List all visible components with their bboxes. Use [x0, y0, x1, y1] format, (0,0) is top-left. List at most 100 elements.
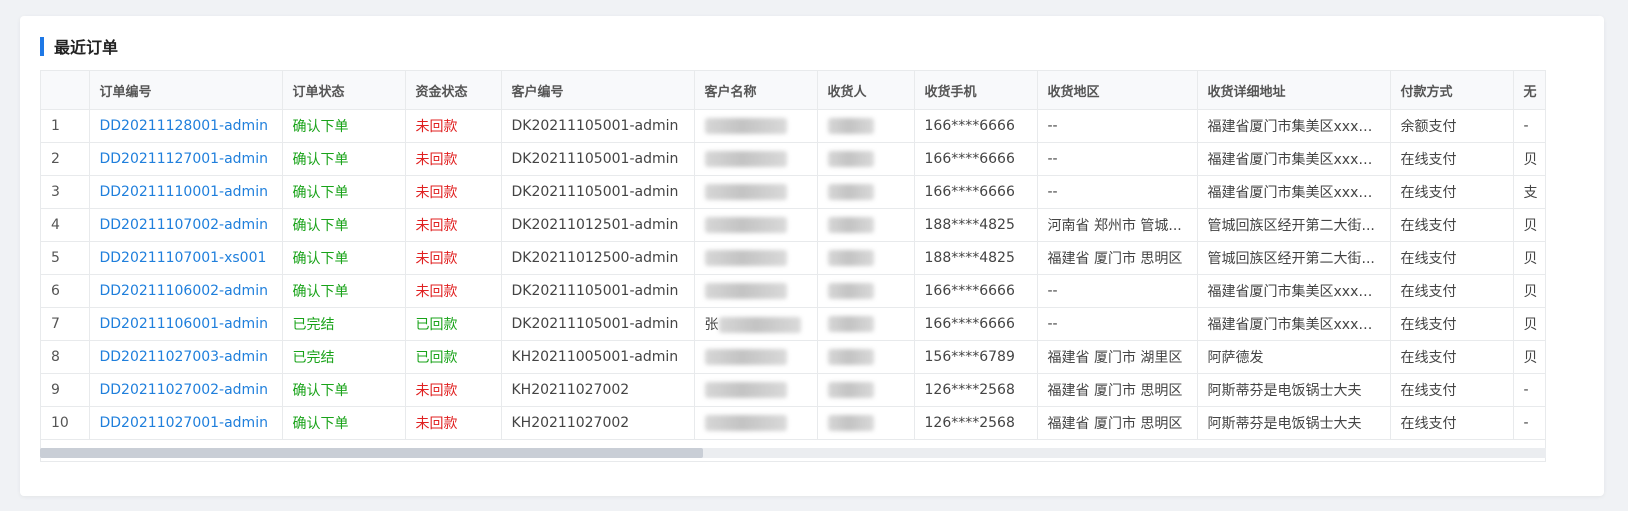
card-title: 最近订单: [54, 38, 119, 57]
redacted-blur: [704, 283, 787, 299]
receiver-name: [817, 142, 915, 176]
horizontal-scrollbar[interactable]: [40, 448, 1546, 458]
table-row[interactable]: 8 DD20211027003-admin 已完结 已回款 KH20211005…: [41, 340, 1545, 374]
table-row[interactable]: 3 DD20211110001-admin 确认下单 未回款 DK2021110…: [41, 175, 1545, 209]
col-header-order-status[interactable]: 订单状态: [282, 71, 406, 110]
extra-column: 贝: [1513, 307, 1545, 341]
row-index: 2: [41, 142, 90, 176]
fund-status: 未回款: [405, 274, 502, 308]
customer-name: 张: [694, 307, 818, 341]
redacted-blur: [827, 250, 874, 266]
col-header-order-no[interactable]: 订单编号: [89, 71, 283, 110]
customer-name: [694, 340, 818, 374]
col-header-index: [41, 71, 90, 110]
table-row[interactable]: 6 DD20211106002-admin 确认下单 未回款 DK2021110…: [41, 274, 1545, 308]
customer-name: [694, 109, 818, 143]
col-header-address[interactable]: 收货详细地址: [1197, 71, 1391, 110]
receiver-phone: 188****4825: [914, 208, 1038, 242]
receiver-phone: 156****6789: [914, 340, 1038, 374]
order-status: 确认下单: [282, 241, 406, 275]
col-header-payment[interactable]: 付款方式: [1390, 71, 1514, 110]
table-row[interactable]: 2 DD20211127001-admin 确认下单 未回款 DK2021110…: [41, 142, 1545, 176]
receiver-region: --: [1037, 142, 1198, 176]
table-row[interactable]: 4 DD20211107002-admin 确认下单 未回款 DK2021101…: [41, 208, 1545, 242]
customer-number: KH20211027002: [501, 373, 695, 407]
fund-status: 未回款: [405, 241, 502, 275]
col-header-phone[interactable]: 收货手机: [914, 71, 1038, 110]
customer-number: DK20211105001-admin: [501, 307, 695, 341]
row-index: 5: [41, 241, 90, 275]
payment-method: 在线支付: [1390, 274, 1514, 308]
order-number-link[interactable]: DD20211127001-admin: [89, 142, 283, 176]
extra-column: -: [1513, 109, 1545, 143]
receiver-phone: 166****6666: [914, 142, 1038, 176]
row-index: 9: [41, 373, 90, 407]
receiver-name: [817, 241, 915, 275]
order-number-link[interactable]: DD20211128001-admin: [89, 109, 283, 143]
order-number-link[interactable]: DD20211106001-admin: [89, 307, 283, 341]
order-status: 确认下单: [282, 373, 406, 407]
table-header-row: 订单编号 订单状态 资金状态 客户编号 客户名称 收货人 收货手机 收货地区 收…: [41, 71, 1545, 110]
col-header-region[interactable]: 收货地区: [1037, 71, 1198, 110]
order-number-link[interactable]: DD20211107001-xs001: [89, 241, 283, 275]
receiver-region: 福建省 厦门市 湖里区: [1037, 340, 1198, 374]
table-row[interactable]: 5 DD20211107001-xs001 确认下单 未回款 DK2021101…: [41, 241, 1545, 275]
extra-column: 贝: [1513, 274, 1545, 308]
customer-name: [694, 208, 818, 242]
payment-method: 在线支付: [1390, 340, 1514, 374]
receiver-name: [817, 307, 915, 341]
customer-name: [694, 406, 818, 440]
scrollbar-thumb[interactable]: [40, 448, 703, 458]
order-status: 确认下单: [282, 208, 406, 242]
redacted-blur: [827, 118, 874, 134]
col-header-fund-status[interactable]: 资金状态: [405, 71, 502, 110]
fund-status: 未回款: [405, 406, 502, 440]
redacted-blur: [827, 217, 874, 233]
redacted-blur: [704, 250, 787, 266]
row-index: 6: [41, 274, 90, 308]
customer-number: KH20211027002: [501, 406, 695, 440]
receiver-phone: 126****2568: [914, 406, 1038, 440]
extra-column: 贝: [1513, 340, 1545, 374]
customer-name: [694, 142, 818, 176]
receiver-address: 福建省厦门市集美区xxx路...: [1197, 307, 1391, 341]
fund-status: 未回款: [405, 175, 502, 209]
col-header-extra[interactable]: 无: [1513, 71, 1545, 110]
redacted-blur: [718, 317, 801, 333]
order-number-link[interactable]: DD20211107002-admin: [89, 208, 283, 242]
customer-number: DK20211105001-admin: [501, 175, 695, 209]
fund-status: 未回款: [405, 142, 502, 176]
receiver-address: 管城回族区经开第二大街...: [1197, 208, 1391, 242]
row-index: 1: [41, 109, 90, 143]
order-status: 确认下单: [282, 175, 406, 209]
receiver-address: 福建省厦门市集美区xxx路...: [1197, 175, 1391, 209]
table-row[interactable]: 7 DD20211106001-admin 已完结 已回款 DK20211105…: [41, 307, 1545, 341]
table-row[interactable]: 1 DD20211128001-admin 确认下单 未回款 DK2021110…: [41, 109, 1545, 143]
col-header-customer-no[interactable]: 客户编号: [501, 71, 695, 110]
table-row[interactable]: 9 DD20211027002-admin 确认下单 未回款 KH2021102…: [41, 373, 1545, 407]
receiver-name: [817, 175, 915, 209]
receiver-region: --: [1037, 175, 1198, 209]
receiver-address: 阿斯蒂芬是电饭锅士大夫: [1197, 406, 1391, 440]
order-status: 已完结: [282, 307, 406, 341]
extra-column: -: [1513, 373, 1545, 407]
col-header-customer-name[interactable]: 客户名称: [694, 71, 818, 110]
redacted-blur: [827, 349, 874, 365]
order-number-link[interactable]: DD20211106002-admin: [89, 274, 283, 308]
order-number-link[interactable]: DD20211110001-admin: [89, 175, 283, 209]
redacted-blur: [704, 349, 787, 365]
receiver-region: 河南省 郑州市 管城...: [1037, 208, 1198, 242]
table-row[interactable]: 10 DD20211027001-admin 确认下单 未回款 KH202110…: [41, 406, 1545, 440]
order-status: 确认下单: [282, 109, 406, 143]
receiver-region: 福建省 厦门市 思明区: [1037, 406, 1198, 440]
receiver-phone: 126****2568: [914, 373, 1038, 407]
receiver-name: [817, 406, 915, 440]
redacted-blur: [827, 184, 874, 200]
order-number-link[interactable]: DD20211027001-admin: [89, 406, 283, 440]
fund-status: 未回款: [405, 373, 502, 407]
col-header-receiver[interactable]: 收货人: [817, 71, 915, 110]
order-number-link[interactable]: DD20211027003-admin: [89, 340, 283, 374]
redacted-blur: [827, 316, 874, 332]
order-number-link[interactable]: DD20211027002-admin: [89, 373, 283, 407]
row-index: 7: [41, 307, 90, 341]
